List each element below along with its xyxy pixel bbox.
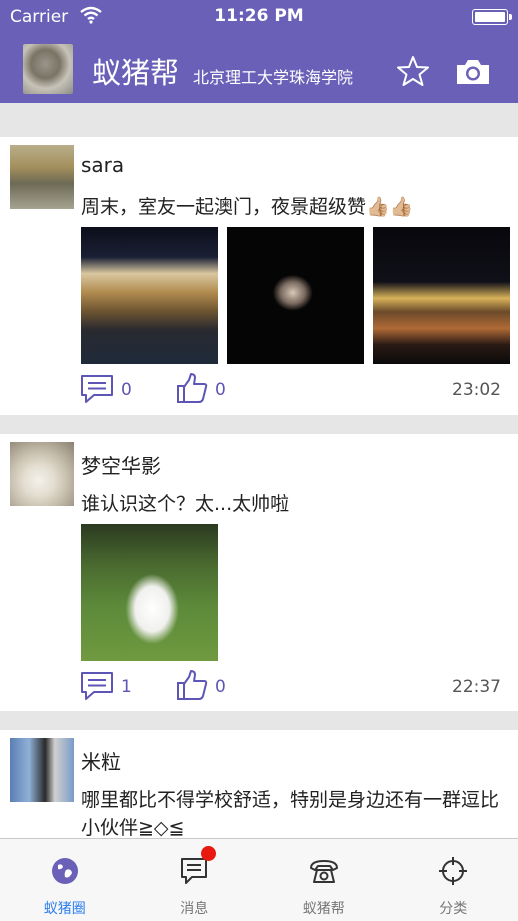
camera-icon[interactable] [455,56,491,88]
notification-badge [201,846,216,861]
tab-label: 分类 [389,898,518,918]
tab-categories[interactable]: 分类 [389,839,518,921]
clock: 11:26 PM [0,6,518,26]
avatar[interactable] [10,145,74,209]
like-count: 0 [215,380,226,400]
post-author[interactable]: sara [81,153,124,177]
group-avatar[interactable] [23,44,73,94]
comment-count: 1 [121,677,132,697]
comment-icon[interactable] [80,374,114,404]
post-text: 周末，室友一起澳门，夜景超级赞👍🏼👍🏼 [81,193,501,221]
post-photo[interactable] [227,227,364,364]
post-card[interactable]: sara 周末，室友一起澳门，夜景超级赞👍🏼👍🏼 0 0 23:02 [0,137,518,415]
comment-count: 0 [121,380,132,400]
post-time: 23:02 [452,380,501,400]
post-card[interactable]: 梦空华影 谁认识这个？太...太帅啦 1 0 22:37 [0,434,518,711]
app-header: Carrier 11:26 PM 蚁猪帮 北京理工大学珠海学院 [0,0,518,103]
post-author[interactable]: 梦空华影 [81,450,161,479]
post-text: 谁认识这个？太...太帅啦 [81,490,501,518]
post-author[interactable]: 米粒 [81,746,121,775]
post-text: 哪里都比不得学校舒适，特别是身边还有一群逗比小伙伴≧◇≦ [81,786,501,842]
tab-label: 消息 [130,898,260,918]
thumbs-up-icon[interactable] [176,669,208,701]
post-photo[interactable] [81,524,218,661]
post-card[interactable]: 米粒 哪里都比不得学校舒适，特别是身边还有一群逗比小伙伴≧◇≦ [0,730,518,838]
post-photo[interactable] [373,227,510,364]
thumbs-up-icon[interactable] [176,372,208,404]
avatar[interactable] [10,442,74,506]
post-actions: 1 0 22:37 [0,671,518,701]
avatar[interactable] [10,738,74,802]
status-bar: Carrier 11:26 PM [0,0,518,34]
nav-bar: 蚁猪帮 北京理工大学珠海学院 [0,40,518,100]
post-photo[interactable] [81,227,218,364]
tab-label: 蚁猪圈 [0,898,130,918]
battery-icon [472,9,508,25]
page-title: 蚁猪帮 [92,50,179,92]
tab-circle[interactable]: 蚁猪圈 [0,839,130,921]
post-actions: 0 0 23:02 [0,374,518,404]
like-count: 0 [215,677,226,697]
post-time: 22:37 [452,677,501,697]
school-name: 北京理工大学珠海学院 [193,64,353,88]
comment-icon[interactable] [80,671,114,701]
tab-group[interactable]: 蚁猪帮 [259,839,389,921]
tab-label: 蚁猪帮 [259,898,389,918]
tab-bar: 蚁猪圈 消息 蚁猪帮 [0,838,518,921]
star-icon[interactable] [396,54,430,88]
tab-messages[interactable]: 消息 [130,839,260,921]
